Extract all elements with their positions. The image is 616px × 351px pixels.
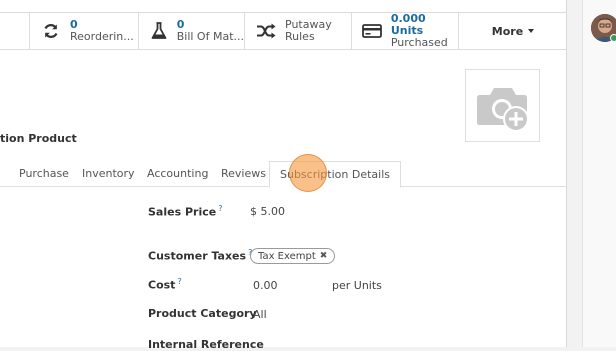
remove-tag-icon[interactable]: ✖ bbox=[320, 251, 328, 261]
purchased-count: 0.000 Units bbox=[390, 12, 426, 37]
product-category-label: Product Category bbox=[148, 307, 257, 320]
tag-label: Tax Exempt bbox=[258, 250, 316, 262]
tab-accounting[interactable]: Accounting bbox=[147, 167, 208, 180]
reordering-rules-button[interactable]: 0 Reorderin... bbox=[29, 13, 138, 49]
help-icon[interactable]: ? bbox=[177, 277, 181, 286]
camera-add-icon bbox=[477, 88, 529, 132]
putaway-label-line2: Rules bbox=[285, 30, 315, 43]
form-sheet: 0 Reorderin... 0 Bill Of Mat... Putaway … bbox=[0, 0, 567, 351]
purchased-button[interactable]: 0.000 Units Purchased bbox=[351, 13, 458, 49]
shuffle-icon bbox=[255, 20, 277, 42]
cost-unit: per Units bbox=[332, 279, 382, 292]
help-icon[interactable]: ? bbox=[218, 204, 222, 213]
cost-value[interactable]: 0.00 bbox=[253, 279, 278, 292]
flask-icon bbox=[149, 20, 169, 42]
click-indicator bbox=[289, 154, 327, 192]
product-type-label: tion Product bbox=[0, 132, 77, 145]
bill-of-materials-button[interactable]: 0 Bill Of Mat... bbox=[138, 13, 244, 49]
reordering-label: Reorderin... bbox=[70, 30, 134, 43]
chatter-sidebar bbox=[582, 0, 616, 347]
smart-button-bar: 0 Reorderin... 0 Bill Of Mat... Putaway … bbox=[0, 12, 567, 50]
online-status-icon bbox=[610, 34, 616, 42]
cost-label: Cost? bbox=[148, 277, 182, 292]
tab-reviews[interactable]: Reviews bbox=[221, 167, 266, 180]
tax-exempt-tag[interactable]: Tax Exempt ✖ bbox=[250, 248, 336, 264]
caret-down-icon bbox=[528, 29, 535, 33]
tab-inventory[interactable]: Inventory bbox=[82, 167, 135, 180]
product-category-value[interactable]: All bbox=[253, 308, 267, 321]
putaway-rules-button[interactable]: Putaway Rules bbox=[244, 13, 351, 49]
notebook-tabs: Purchase Inventory Accounting Reviews Su… bbox=[0, 161, 567, 188]
customer-taxes-label: Customer Taxes? bbox=[148, 248, 253, 263]
sales-price-value[interactable]: $ 5.00 bbox=[250, 205, 285, 218]
refresh-icon bbox=[40, 20, 62, 42]
bom-label: Bill Of Mat... bbox=[176, 30, 244, 43]
tab-purchase[interactable]: Purchase bbox=[19, 167, 69, 180]
credit-card-icon bbox=[362, 20, 383, 42]
purchased-label: Purchased bbox=[390, 36, 448, 49]
internal-reference-label: Internal Reference bbox=[148, 338, 264, 351]
more-label: More bbox=[491, 24, 524, 38]
product-image-placeholder[interactable] bbox=[465, 69, 540, 142]
sales-price-label: Sales Price? bbox=[148, 204, 223, 219]
more-button[interactable]: More bbox=[458, 13, 567, 49]
